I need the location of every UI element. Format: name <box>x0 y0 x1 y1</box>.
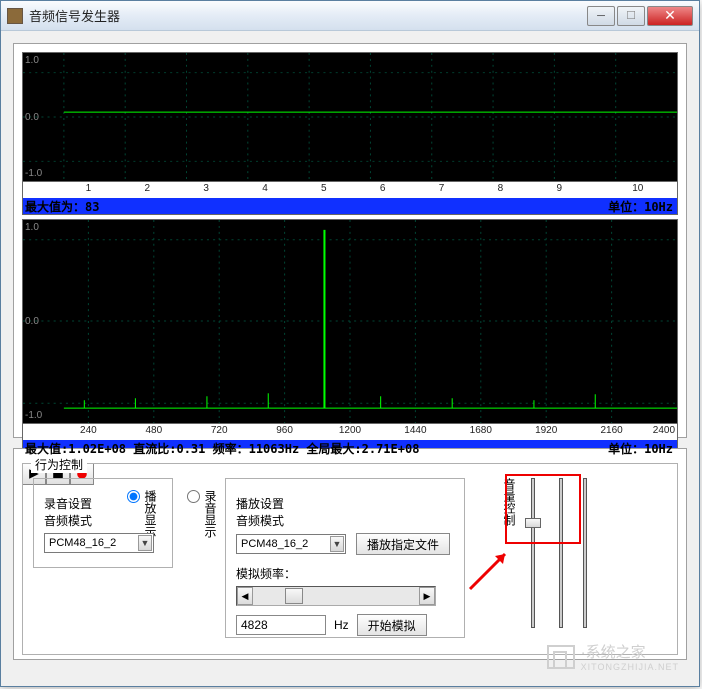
volume-slider-2[interactable] <box>552 478 570 628</box>
freq-unit-label: Hz <box>334 618 349 632</box>
display-mode-radios: 录音显示 播放显示 <box>179 478 219 644</box>
record-mode-combo[interactable]: PCM48_16_2 ▼ <box>44 533 154 553</box>
start-sim-button[interactable]: 开始模拟 <box>357 614 427 636</box>
volume-slider-1[interactable] <box>524 478 542 628</box>
scope2-y-axis: 1.0 0.0 -1.0 <box>25 220 42 423</box>
slider-right-arrow[interactable]: ▶ <box>419 587 435 605</box>
scope2-x-axis: 240 480 720 960 1200 1440 1680 1920 2160… <box>22 424 678 440</box>
volume-slider-3[interactable] <box>576 478 594 628</box>
scope1-y-axis: 1.0 0.0 -1.0 <box>25 53 42 181</box>
slider-left-arrow[interactable]: ◀ <box>237 587 253 605</box>
record-legend: 录音设置 <box>44 495 162 512</box>
behavior-legend: 行为控制 <box>31 456 87 473</box>
volume-area: 音量控制 <box>471 478 667 644</box>
play-file-button[interactable]: 播放指定文件 <box>356 533 450 555</box>
app-window: 音频信号发生器 ─ ☐ ✕ <box>0 0 700 687</box>
play-legend: 播放设置 <box>236 495 454 512</box>
scope-waveform: 1.0 0.0 -1.0 <box>22 52 678 182</box>
title-bar[interactable]: 音频信号发生器 ─ ☐ ✕ <box>1 1 699 31</box>
sim-freq-label: 模拟频率： <box>236 565 454 582</box>
scope-spectrum: 1.0 0.0 -1.0 <box>22 219 678 424</box>
volume-label: 音量控制 <box>501 478 518 644</box>
sim-freq-input[interactable] <box>236 615 326 635</box>
record-mode-label: 音频模式 <box>44 512 162 529</box>
scope2-status: 最大值:1.02E+08 直流比:0.31 频率：11063Hz 全局最大:2.… <box>22 440 678 457</box>
oscilloscope-panel: 1.0 0.0 -1.0 1 2 3 4 5 6 7 8 9 10 最大值为：8… <box>13 43 687 438</box>
play-mode-combo[interactable]: PCM48_16_2 ▼ <box>236 534 346 554</box>
close-button[interactable]: ✕ <box>647 6 693 26</box>
minimize-button[interactable]: ─ <box>587 6 615 26</box>
scope1-status: 最大值为：83 单位：10Hz <box>22 198 678 215</box>
sim-freq-slider[interactable]: ◀ ▶ <box>236 586 436 606</box>
maximize-button[interactable]: ☐ <box>617 6 645 26</box>
app-icon <box>7 8 23 24</box>
lower-panel: 行为控制 录音设置 音频模式 PCM48_16_2 ▼ 录音显示 播放显示 <box>13 448 687 660</box>
client-area: 1.0 0.0 -1.0 1 2 3 4 5 6 7 8 9 10 最大值为：8… <box>1 31 699 686</box>
radio-record-display[interactable]: 录音显示 <box>187 490 219 644</box>
chevron-down-icon: ▼ <box>330 536 344 552</box>
chevron-down-icon: ▼ <box>138 535 152 551</box>
record-settings-group: 录音设置 音频模式 PCM48_16_2 ▼ <box>33 478 173 568</box>
scope1-x-axis: 1 2 3 4 5 6 7 8 9 10 <box>22 182 678 198</box>
play-settings-group: 播放设置 音频模式 PCM48_16_2 ▼ 播放指定文件 模拟频率： ◀ <box>225 478 465 638</box>
behavior-group: 行为控制 录音设置 音频模式 PCM48_16_2 ▼ 录音显示 播放显示 <box>22 463 678 655</box>
window-title: 音频信号发生器 <box>29 6 585 25</box>
play-mode-label: 音频模式 <box>236 512 454 529</box>
